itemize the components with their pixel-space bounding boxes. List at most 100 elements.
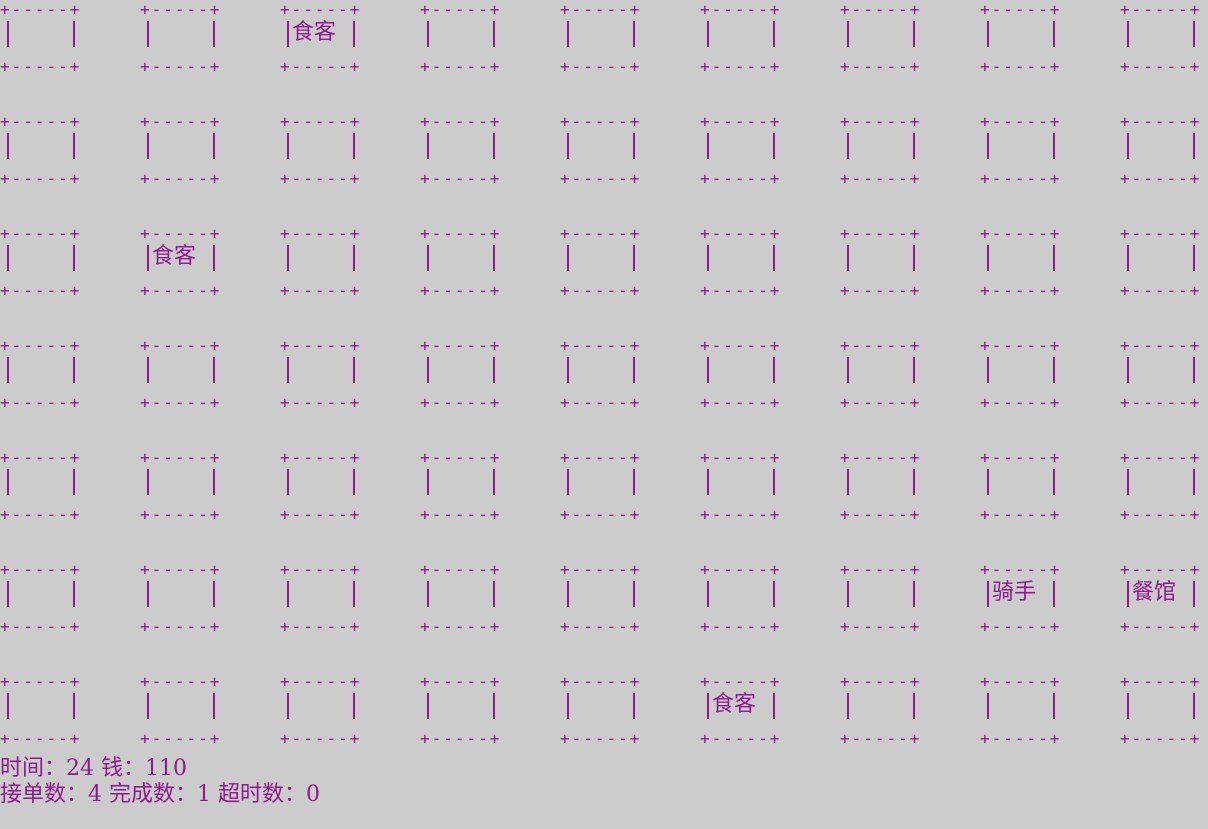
- cell-border-top: +-----+: [0, 563, 82, 577]
- cell-border-top: +-----+: [280, 675, 362, 689]
- cell-border-bottom: +-----+: [140, 396, 222, 410]
- cell-border-bottom: +-----+: [0, 508, 82, 522]
- cell-border-bottom: +-----+: [560, 508, 642, 522]
- cell-border-right: [493, 245, 495, 271]
- grid-cell: +-----+ +-----+: [980, 339, 1062, 410]
- cell-border-left: [287, 133, 289, 159]
- cell-border-right: [73, 581, 75, 607]
- cell-border-left: [987, 21, 989, 47]
- cell-border-top: +-----+: [560, 563, 642, 577]
- cell-border-bottom: +-----+: [1120, 284, 1202, 298]
- cell-border-top: +-----+: [980, 563, 1062, 577]
- cell-border-left: [287, 21, 289, 47]
- cell-border-bottom: +-----+: [280, 396, 362, 410]
- cell-border-top: +-----+: [140, 115, 222, 129]
- cell-border-left: [707, 581, 709, 607]
- cell-border-right: [353, 357, 355, 383]
- cell-border-left: [1127, 133, 1129, 159]
- cell-label: 食客: [712, 692, 757, 717]
- cell-border-left: [987, 693, 989, 719]
- cell-border-bottom: +-----+: [140, 508, 222, 522]
- cell-border-left: [1127, 21, 1129, 47]
- cell-border-right: [353, 469, 355, 495]
- cell-border-right: [773, 469, 775, 495]
- cell-border-top: +-----+: [1120, 227, 1202, 241]
- cell-border-left: [287, 581, 289, 607]
- cell-border-right: [773, 21, 775, 47]
- cell-border-bottom: +-----+: [0, 172, 82, 186]
- cell-border-right: [1053, 21, 1055, 47]
- grid-cell: +-----+ +-----+: [280, 451, 362, 522]
- cell-border-top: +-----+: [420, 563, 502, 577]
- grid-cell: +-----+ +-----+: [420, 451, 502, 522]
- cell-border-top: +-----+: [420, 227, 502, 241]
- cell-border-bottom: +-----+: [420, 284, 502, 298]
- cell-border-bottom: +-----+: [560, 284, 642, 298]
- grid-cell: +-----+ +-----+: [840, 563, 922, 634]
- cell-border-right: [213, 693, 215, 719]
- grid-cell: +-----+ +-----+ 食客: [280, 3, 362, 74]
- cell-border-bottom: +-----+: [0, 284, 82, 298]
- cell-border-right: [213, 133, 215, 159]
- cell-border-top: +-----+: [140, 339, 222, 353]
- cell-border-right: [1053, 357, 1055, 383]
- grid-cell: +-----+ +-----+: [700, 115, 782, 186]
- cell-border-bottom: +-----+: [980, 60, 1062, 74]
- cell-border-left: [147, 133, 149, 159]
- cell-border-bottom: +-----+: [840, 60, 922, 74]
- grid-cell: +-----+ +-----+: [840, 115, 922, 186]
- cell-border-right: [353, 581, 355, 607]
- cell-border-top: +-----+: [560, 675, 642, 689]
- grid-cell: +-----+ +-----+: [1120, 675, 1202, 746]
- cell-border-right: [493, 21, 495, 47]
- cell-border-left: [567, 357, 569, 383]
- cell-border-bottom: +-----+: [840, 508, 922, 522]
- cell-border-top: +-----+: [980, 675, 1062, 689]
- cell-border-bottom: +-----+: [980, 620, 1062, 634]
- cell-border-bottom: +-----+: [0, 60, 82, 74]
- cell-border-bottom: +-----+: [140, 732, 222, 746]
- cell-border-bottom: +-----+: [280, 732, 362, 746]
- cell-border-bottom: +-----+: [840, 732, 922, 746]
- cell-border-top: +-----+: [840, 3, 922, 17]
- cell-border-bottom: +-----+: [140, 60, 222, 74]
- cell-border-left: [847, 245, 849, 271]
- cell-border-bottom: +-----+: [280, 284, 362, 298]
- cell-border-bottom: +-----+: [140, 284, 222, 298]
- grid-cell: +-----+ +-----+: [840, 227, 922, 298]
- cell-border-top: +-----+: [560, 451, 642, 465]
- cell-border-top: +-----+: [560, 339, 642, 353]
- cell-border-right: [913, 357, 915, 383]
- cell-border-top: +-----+: [0, 339, 82, 353]
- cell-border-right: [493, 357, 495, 383]
- cell-border-right: [633, 357, 635, 383]
- grid-cell: +-----+ +-----+: [420, 227, 502, 298]
- cell-border-right: [73, 133, 75, 159]
- grid-cell: +-----+ +-----+: [280, 675, 362, 746]
- grid-cell: +-----+ +-----+: [560, 339, 642, 410]
- cell-border-left: [7, 245, 9, 271]
- cell-border-right: [213, 245, 215, 271]
- cell-border-bottom: +-----+: [1120, 396, 1202, 410]
- cell-border-top: +-----+: [0, 3, 82, 17]
- grid-cell: +-----+ +-----+: [560, 451, 642, 522]
- cell-border-left: [707, 357, 709, 383]
- grid-cell: +-----+ +-----+: [560, 563, 642, 634]
- cell-border-top: +-----+: [980, 451, 1062, 465]
- cell-border-left: [427, 21, 429, 47]
- cell-border-bottom: +-----+: [140, 172, 222, 186]
- cell-border-bottom: +-----+: [700, 732, 782, 746]
- cell-border-top: +-----+: [980, 227, 1062, 241]
- grid-cell: +-----+ +-----+: [840, 451, 922, 522]
- cell-border-bottom: +-----+: [840, 620, 922, 634]
- cell-border-top: +-----+: [420, 675, 502, 689]
- cell-border-right: [213, 469, 215, 495]
- cell-border-bottom: +-----+: [1120, 60, 1202, 74]
- cell-border-bottom: +-----+: [980, 508, 1062, 522]
- cell-border-top: +-----+: [840, 675, 922, 689]
- cell-border-top: +-----+: [700, 227, 782, 241]
- grid-cell: +-----+ +-----+: [560, 3, 642, 74]
- grid-cell: +-----+ +-----+: [140, 339, 222, 410]
- cell-border-right: [1053, 581, 1055, 607]
- cell-border-top: +-----+: [1120, 339, 1202, 353]
